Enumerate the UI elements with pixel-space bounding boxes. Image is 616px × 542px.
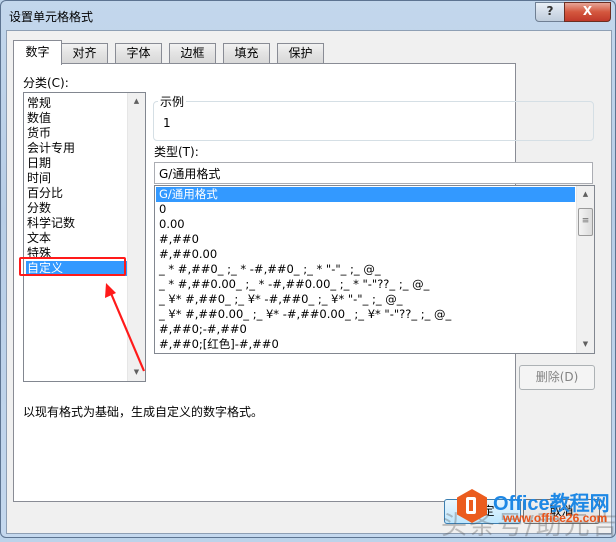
tab-alignment[interactable]: 对齐 [61, 43, 108, 63]
scroll-up-arrow-icon[interactable]: ▲ [577, 186, 594, 203]
arrow-head-icon [105, 283, 116, 298]
category-item-scientific[interactable]: 科学记数 [27, 216, 75, 231]
tab-border[interactable]: 边框 [169, 43, 216, 63]
type-item[interactable]: #,##0;-#,##0 [156, 322, 572, 337]
help-button[interactable]: ? [535, 2, 565, 22]
type-item[interactable]: 0 [156, 202, 572, 217]
office-logo-inner [466, 497, 476, 514]
category-item-fraction[interactable]: 分数 [27, 201, 51, 216]
tab-number[interactable]: 数字 [13, 40, 62, 65]
type-item[interactable]: _ ¥* #,##0_ ;_ ¥* -#,##0_ ;_ ¥* "-"_ ;_ … [156, 292, 572, 307]
close-button[interactable]: X [564, 2, 611, 22]
format-cells-dialog: 设置单元格格式 ? X 数字 对齐 字体 边框 填充 保护 分类(C): 常规 … [0, 0, 616, 541]
title-bar[interactable]: 设置单元格格式 ? X [1, 1, 615, 31]
watermark-url: www.office26.com [503, 511, 608, 525]
question-icon: ? [546, 4, 554, 18]
scroll-down-arrow-icon[interactable]: ▼ [577, 336, 594, 353]
type-scrollbar[interactable]: ▲ ≡ ▼ [576, 186, 594, 353]
sample-group [153, 101, 594, 141]
type-item[interactable]: #,##0;[红色]-#,##0 [156, 337, 572, 352]
category-item-time[interactable]: 时间 [27, 171, 51, 186]
watermark: 头条号/助元吉 Office教程网 www.office26.com [441, 489, 616, 541]
category-item-currency[interactable]: 货币 [27, 126, 51, 141]
type-item[interactable]: #,##0 [156, 232, 572, 247]
category-item-date[interactable]: 日期 [27, 156, 51, 171]
tab-fill[interactable]: 填充 [223, 43, 270, 63]
custom-highlight-annotation [19, 257, 126, 276]
delete-button[interactable]: 删除(D) [519, 365, 595, 390]
type-item[interactable]: G/通用格式 [156, 187, 575, 202]
dialog-title: 设置单元格格式 [9, 10, 94, 24]
type-label: 类型(T): [154, 145, 199, 159]
type-input[interactable] [154, 162, 593, 184]
type-item[interactable]: _ ¥* #,##0.00_ ;_ ¥* -#,##0.00_ ;_ ¥* "-… [156, 307, 572, 322]
scroll-thumb[interactable]: ≡ [578, 208, 593, 236]
type-list[interactable]: G/通用格式 0 0.00 #,##0 #,##0.00 _ * #,##0_ … [154, 185, 595, 354]
red-arrow-annotation [105, 283, 146, 372]
description-text: 以现有格式为基础，生成自定义的数字格式。 [23, 405, 264, 419]
sample-legend: 示例 [158, 93, 187, 110]
type-item[interactable]: _ * #,##0.00_ ;_ * -#,##0.00_ ;_ * "-"??… [156, 277, 572, 292]
category-item-general[interactable]: 常规 [27, 96, 51, 111]
close-icon: X [582, 4, 593, 18]
sample-value: 1 [163, 116, 171, 130]
tab-font[interactable]: 字体 [115, 43, 162, 63]
category-item-accounting[interactable]: 会计专用 [27, 141, 75, 156]
arrow-shaft [108, 290, 146, 372]
tab-protection[interactable]: 保护 [277, 43, 324, 63]
type-item[interactable]: #,##0.00 [156, 247, 572, 262]
category-item-text[interactable]: 文本 [27, 231, 51, 246]
type-item[interactable]: 0.00 [156, 217, 572, 232]
category-label: 分类(C): [23, 76, 69, 90]
category-item-number[interactable]: 数值 [27, 111, 51, 126]
type-item[interactable]: _ * #,##0_ ;_ * -#,##0_ ;_ * "-"_ ;_ @_ [156, 262, 572, 277]
category-item-percentage[interactable]: 百分比 [27, 186, 63, 201]
scroll-up-arrow-icon[interactable]: ▲ [128, 93, 145, 110]
